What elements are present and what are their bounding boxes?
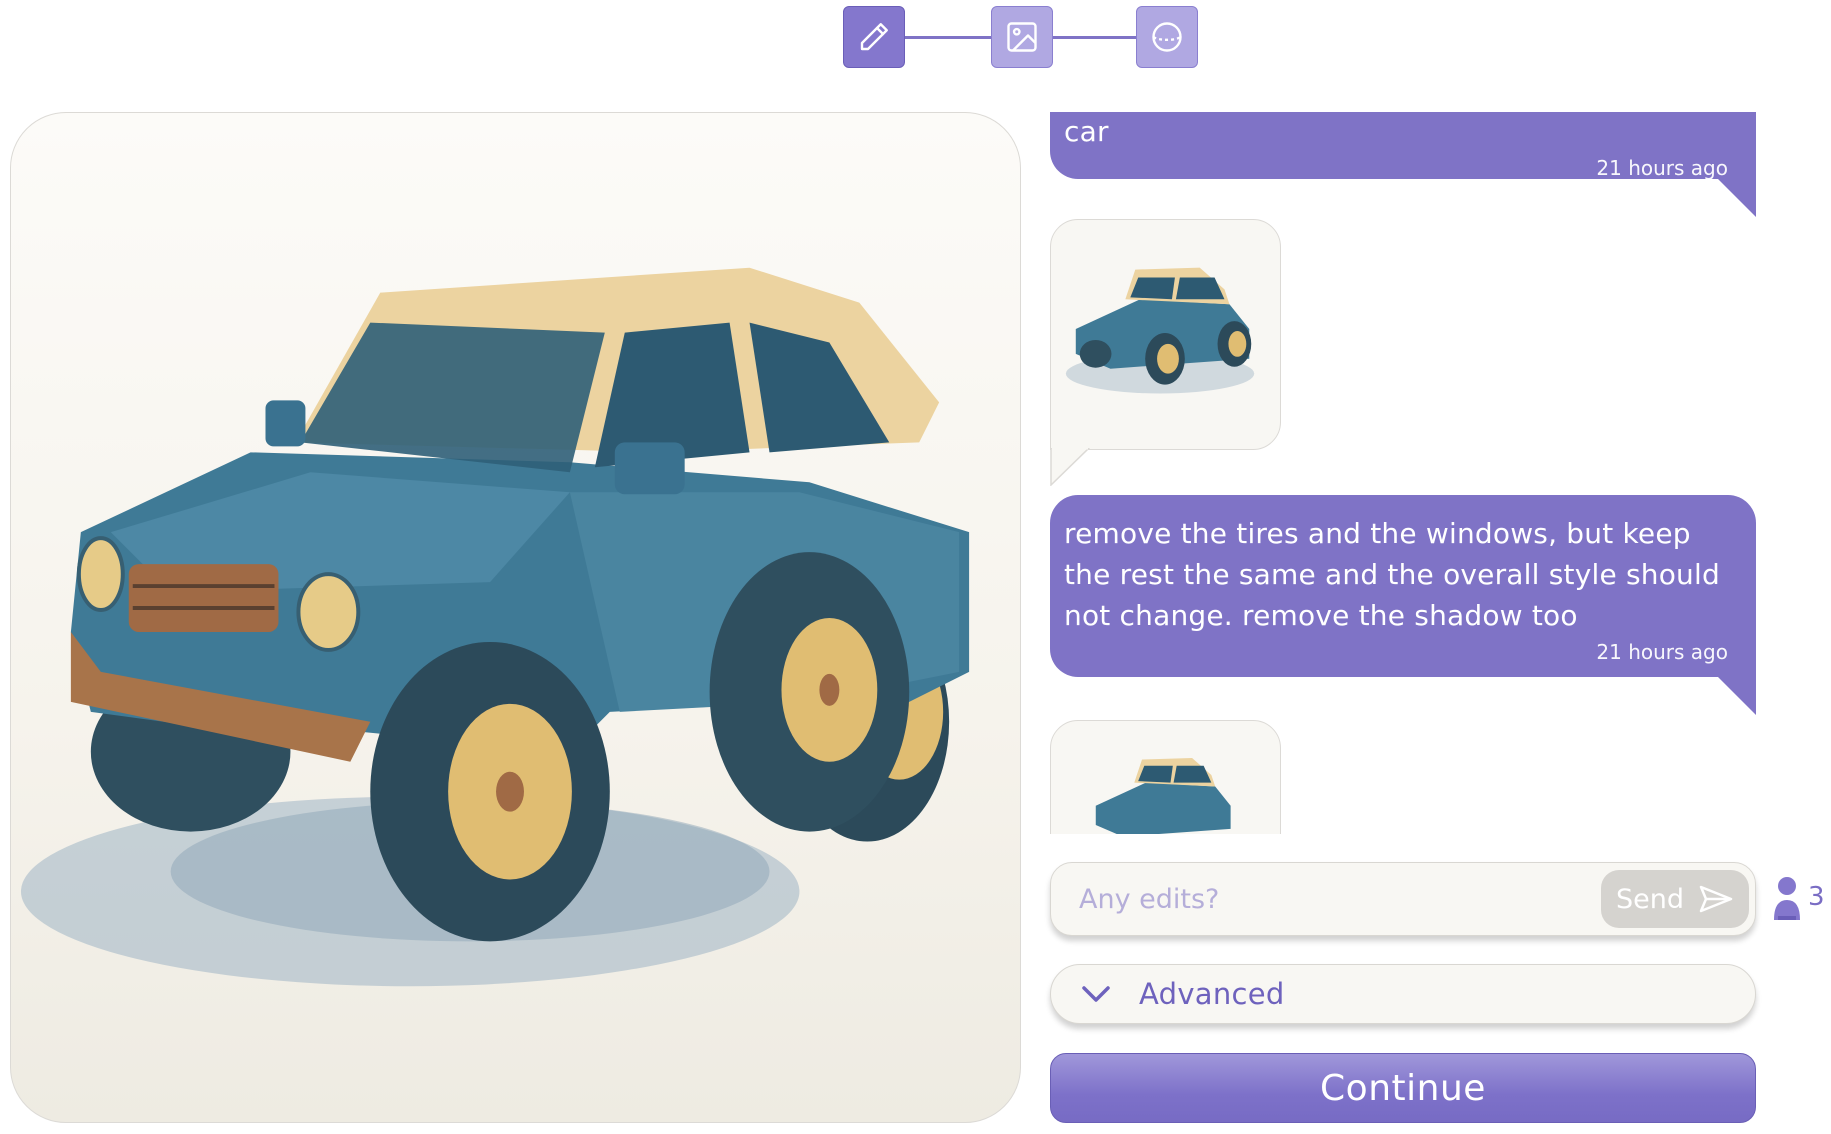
step-indicator xyxy=(843,6,1198,68)
step-edit[interactable] xyxy=(843,6,905,68)
step-image[interactable] xyxy=(991,6,1053,68)
message-timestamp: 21 hours ago xyxy=(1596,640,1728,664)
thumbnail-tail xyxy=(1050,448,1090,486)
send-icon xyxy=(1699,885,1733,913)
car-thumbnail-image xyxy=(1065,267,1255,394)
image-message-thumbnail[interactable] xyxy=(1050,720,1281,834)
edit-prompt-input[interactable] xyxy=(1079,877,1579,921)
credits-count: 3 xyxy=(1808,882,1825,912)
message-timestamp: 21 hours ago xyxy=(1596,156,1728,180)
step-connector xyxy=(905,36,991,39)
step-3d[interactable] xyxy=(1136,6,1198,68)
image-message-thumbnail[interactable] xyxy=(1050,219,1281,450)
edit-input-bar: Send xyxy=(1050,862,1756,936)
bubble-tail xyxy=(1718,677,1756,715)
car-thumbnail-image xyxy=(1095,757,1231,834)
message-text: this tire, use this tire for the 4 wheel… xyxy=(1064,115,1109,148)
continue-button[interactable]: Continue xyxy=(1050,1053,1756,1123)
sphere-icon xyxy=(1152,22,1182,52)
bubble-tail xyxy=(1718,179,1756,217)
main-image-panel xyxy=(10,112,1021,1123)
step-connector xyxy=(1053,36,1137,39)
send-button[interactable]: Send xyxy=(1601,870,1749,928)
chat-history[interactable]: this tire, use this tire for the 4 wheel… xyxy=(1050,112,1766,834)
car-image xyxy=(20,267,970,987)
credits-indicator: 3 xyxy=(1770,872,1825,922)
advanced-toggle[interactable]: Advanced xyxy=(1050,964,1756,1024)
pencil-icon xyxy=(860,23,888,51)
message-text: remove the tires and the windows, but ke… xyxy=(1064,517,1720,632)
chevron-down-icon xyxy=(1082,986,1110,1002)
user-message-bubble: remove the tires and the windows, but ke… xyxy=(1050,495,1756,715)
advanced-label: Advanced xyxy=(1139,977,1285,1011)
send-label: Send xyxy=(1615,883,1684,915)
image-icon xyxy=(1007,22,1037,52)
user-message-bubble: this tire, use this tire for the 4 wheel… xyxy=(1050,112,1756,217)
user-bust-icon xyxy=(1774,877,1800,920)
